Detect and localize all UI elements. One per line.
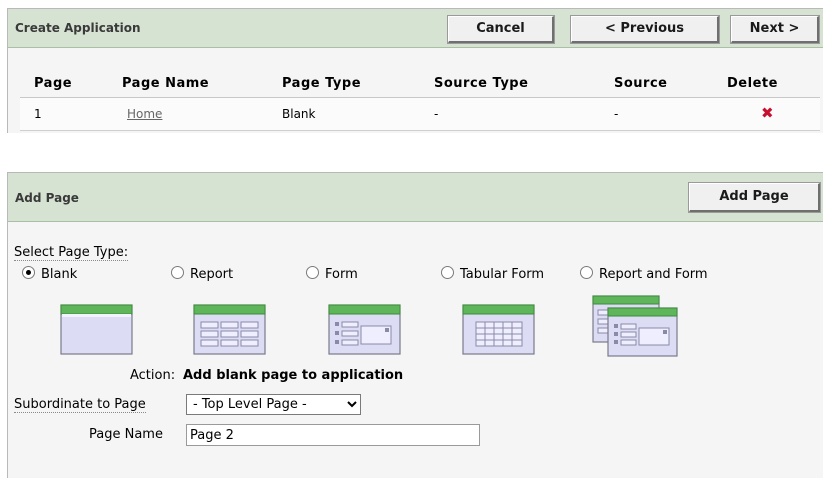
column-header-page: Page: [34, 76, 73, 91]
delete-x-icon[interactable]: ✖: [761, 104, 774, 122]
cell-source-type: -: [434, 107, 439, 121]
page-name-label: Page Name: [89, 427, 163, 442]
radio-report-and-form[interactable]: Report and Form: [580, 266, 708, 282]
cell-source: -: [614, 107, 619, 121]
radio-tabular-form-label: Tabular Form: [460, 267, 545, 282]
radio-form-indicator[interactable]: [306, 266, 319, 279]
radio-blank-label: Blank: [41, 267, 78, 282]
radio-blank-indicator[interactable]: [22, 266, 35, 279]
column-header-source-type: Source Type: [434, 76, 529, 91]
radio-tabular-form[interactable]: Tabular Form: [441, 266, 544, 282]
blank-page-icon[interactable]: [60, 304, 134, 356]
column-header-source: Source: [614, 76, 668, 91]
radio-tabular-form-indicator[interactable]: [441, 266, 454, 279]
next-button[interactable]: Next >: [730, 15, 820, 44]
subordinate-to-page-label: Subordinate to Page: [14, 397, 146, 413]
form-page-icon[interactable]: [328, 304, 402, 356]
action-value: Add blank page to application: [183, 368, 404, 383]
previous-button[interactable]: < Previous: [570, 15, 720, 44]
add-page-title: Add Page: [15, 191, 79, 205]
radio-report[interactable]: Report: [171, 266, 233, 282]
add-page-header: Add Page Add Page: [8, 173, 823, 222]
radio-form[interactable]: Form: [306, 266, 358, 282]
create-application-title: Create Application: [15, 21, 141, 35]
column-header-delete: Delete: [727, 76, 778, 91]
subordinate-to-page-select[interactable]: - Top Level Page -: [186, 394, 361, 415]
radio-report-and-form-indicator[interactable]: [580, 266, 593, 279]
cell-page-type: Blank: [282, 107, 316, 121]
cell-page: 1: [34, 107, 42, 121]
select-page-type-label: Select Page Type:: [14, 245, 129, 261]
add-page-button[interactable]: Add Page: [688, 182, 821, 213]
column-header-page-type: Page Type: [282, 76, 362, 91]
radio-blank[interactable]: Blank: [22, 266, 77, 282]
radio-report-label: Report: [190, 267, 234, 282]
radio-form-label: Form: [325, 267, 358, 282]
page-name-link[interactable]: Home: [127, 107, 162, 121]
report-and-form-page-icon[interactable]: [592, 295, 682, 359]
create-application-header: Create Application Cancel < Previous Nex…: [8, 9, 823, 48]
action-label: Action:: [130, 368, 176, 383]
tabular-form-page-icon[interactable]: [462, 304, 536, 356]
cancel-button[interactable]: Cancel: [447, 15, 555, 44]
column-header-page-name: Page Name: [122, 76, 210, 91]
page-name-input[interactable]: [186, 424, 480, 446]
report-page-icon[interactable]: [193, 304, 267, 356]
radio-report-indicator[interactable]: [171, 266, 184, 279]
radio-report-and-form-label: Report and Form: [599, 267, 708, 282]
